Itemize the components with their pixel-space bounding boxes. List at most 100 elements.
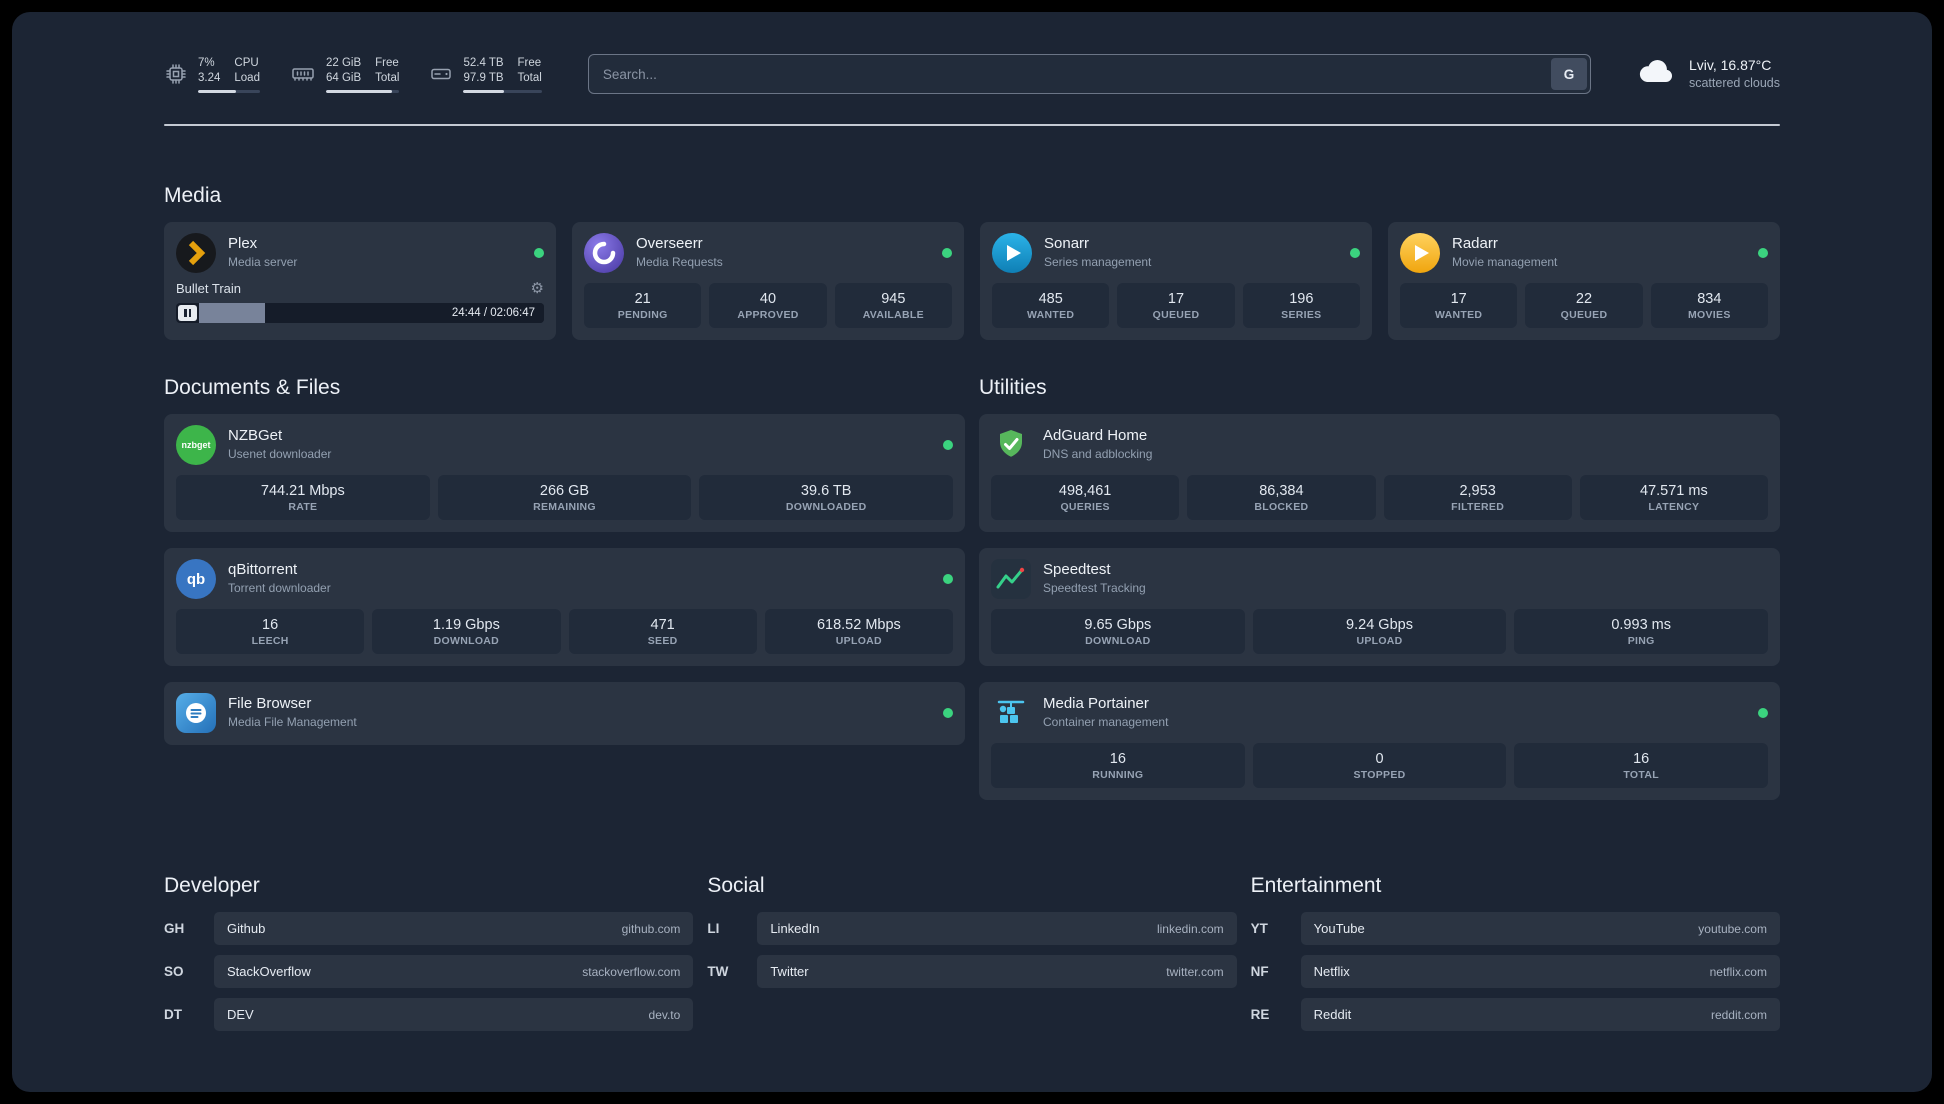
service-card-qbittorrent[interactable]: qb qBittorrent Torrent downloader 16 LEE… [164,548,965,666]
service-card-speedtest[interactable]: Speedtest Speedtest Tracking 9.65 Gbps D… [979,548,1780,666]
stat-value: 2,953 [1459,483,1496,499]
stat-label: QUEUED [1560,309,1608,321]
bookmark-abbr: RE [1250,1007,1270,1022]
service-subtitle: Usenet downloader [228,447,332,461]
service-subtitle: Media File Management [228,715,357,729]
service-name: Overseerr [636,235,703,252]
bookmark-name: StackOverflow [227,964,311,979]
stat-value: 485 [1038,291,1063,307]
bookmark-abbr: GH [164,921,185,936]
memory-label-bottom: Total [375,71,400,84]
stat-value: 1.19 Gbps [432,617,500,633]
stat-label: UPLOAD [1356,635,1403,647]
stat-label: SERIES [1281,309,1322,321]
stat-tile: 21 PENDING [584,283,702,328]
stat-tile: 86,384 BLOCKED [1187,475,1376,520]
service-card-radarr[interactable]: Radarr Movie management 17 WANTED 22 QUE… [1388,222,1780,340]
bookmark-twitter[interactable]: TW Twitter twitter.com [707,955,1237,988]
bookmark-github[interactable]: GH Github github.com [164,912,694,945]
disk-widget: 52.4 TB 97.9 TB Free Total [429,56,542,93]
stat-value: 40 [759,291,777,307]
stat-tile: 17 WANTED [1400,283,1518,328]
stat-tile: 22 QUEUED [1525,283,1643,328]
stat-value: 39.6 TB [800,483,852,499]
stat-value: 266 GB [539,483,590,499]
cpu-usage: 7% [198,56,215,69]
disk-free: 52.4 TB [463,56,504,69]
dashboard-frame: 7% 3.24 CPU Load 22 GiB 64 GiB Free Tota… [0,0,1944,1104]
service-subtitle: Series management [1044,255,1152,269]
stat-tile: 16 RUNNING [991,743,1245,788]
bookmark-dev[interactable]: DT DEV dev.to [164,998,694,1031]
stat-value: 196 [1289,291,1314,307]
resource-widgets: 7% 3.24 CPU Load 22 GiB 64 GiB Free Tota… [164,56,542,93]
bookmark-url: reddit.com [1710,1007,1767,1022]
bookmark-abbr: YT [1250,921,1268,936]
disk-label-bottom: Total [517,71,542,84]
stat-value: 86,384 [1259,483,1304,499]
service-card-plex[interactable]: Plex Media server Bullet Train ⚙ 24:44 /… [164,222,556,340]
overseerr-icon [584,233,624,273]
status-dot [1350,248,1360,258]
stat-tile: 40 APPROVED [709,283,827,328]
service-card-adguard-home[interactable]: AdGuard Home DNS and adblocking 498,461 … [979,414,1780,532]
stat-value: 17 [1450,291,1467,307]
disk-label-top: Free [517,56,542,69]
cpu-label-bottom: Load [234,71,260,84]
bookmark-reddit[interactable]: RE Reddit reddit.com [1251,998,1780,1031]
service-name: qBittorrent [228,561,298,578]
section-utilities: Utilities AdGuard Home DNS and adblockin… [979,376,1780,816]
bookmark-url: dev.to [648,1007,681,1022]
stat-label: BLOCKED [1254,501,1309,513]
bookmark-stackoverflow[interactable]: SO StackOverflow stackoverflow.com [164,955,694,988]
stat-label: STOPPED [1353,769,1406,781]
service-card-sonarr[interactable]: Sonarr Series management 485 WANTED 17 Q… [980,222,1372,340]
bookmark-youtube[interactable]: YT YouTube youtube.com [1251,912,1780,945]
stat-tile: 9.24 Gbps UPLOAD [1252,609,1507,654]
service-name: Speedtest [1043,561,1111,578]
stat-value: 16 [1633,751,1650,767]
memory-total: 64 GiB [325,71,362,84]
status-dot [1758,248,1768,258]
filebrowser-icon [176,693,216,733]
stat-label: PING [1627,635,1655,647]
cloud-icon [1637,57,1677,92]
stat-label: REMAINING [533,501,596,513]
stat-tile: 0 STOPPED [1252,743,1507,788]
bookmark-linkedin[interactable]: LI LinkedIn linkedin.com [707,912,1237,945]
service-subtitle: Torrent downloader [228,581,331,595]
service-card-nzbget[interactable]: nzbget NZBGet Usenet downloader 744.21 M… [164,414,965,532]
stat-tile: 0.993 ms PING [1514,609,1769,654]
speedtest-icon [991,559,1031,599]
status-dot [534,248,544,258]
stat-value: 0 [1375,751,1384,767]
search-engine-button[interactable]: G [1550,58,1587,90]
bookmark-group-developer: Developer GH Github github.com SO StackO… [164,874,694,1031]
weather-widget: Lviv, 16.87°C scattered clouds [1637,56,1780,92]
weather-condition: scattered clouds [1688,76,1780,90]
pause-button[interactable] [178,305,197,321]
search-input[interactable] [587,54,1591,94]
memory-progress-bar [325,89,400,93]
memory-icon [290,62,316,86]
topbar: 7% 3.24 CPU Load 22 GiB 64 GiB Free Tota… [164,46,1780,102]
stat-label: QUERIES [1060,501,1110,513]
playback-progress-fill [199,303,265,323]
memory-label-top: Free [375,56,399,69]
section-title-developer: Developer [164,874,260,897]
portainer-icon [991,693,1031,733]
playback-time: 24:44 / 02:06:47 [451,307,535,319]
bookmark-name: Reddit [1313,1007,1352,1022]
section-title-media: Media [164,184,222,207]
bookmark-netflix[interactable]: NF Netflix netflix.com [1251,955,1780,988]
stat-label: PENDING [617,309,668,321]
stat-tile: 16 TOTAL [1514,743,1769,788]
stat-value: 945 [881,291,906,307]
service-card-filebrowser[interactable]: File Browser Media File Management [164,682,965,745]
service-card-overseerr[interactable]: Overseerr Media Requests 21 PENDING 40 A… [572,222,964,340]
stat-label: SEED [647,635,678,647]
sonarr-icon [992,233,1032,273]
service-card-portainer[interactable]: Media Portainer Container management 16 … [979,682,1780,800]
widget-settings-gear-icon[interactable]: ⚙ [531,281,544,296]
stat-value: 16 [1109,751,1126,767]
